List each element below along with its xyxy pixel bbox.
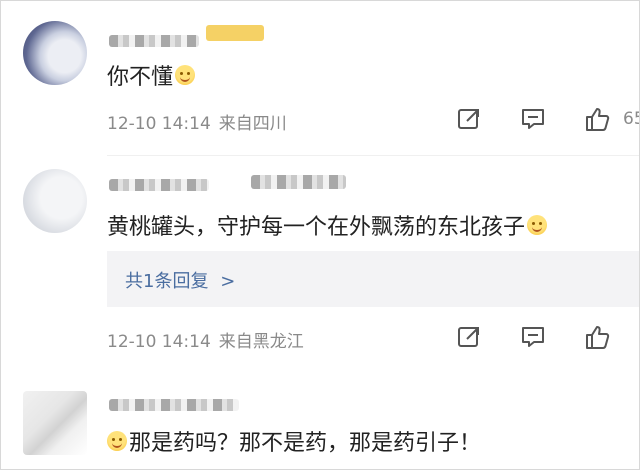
comment-text-content: 黄桃罐头，守护每一个在外飘荡的东北孩子 (107, 215, 526, 240)
comment-time: 12-10 14:14 (107, 114, 211, 134)
chevron-right-icon: > (220, 271, 236, 292)
comment-text: 那是药吗？那不是药，那是药引子！ (107, 425, 481, 457)
comment-icon[interactable] (519, 105, 547, 133)
grin-emoji-icon (107, 431, 127, 451)
share-icon[interactable] (455, 105, 483, 133)
share-icon[interactable] (455, 323, 483, 351)
username-blurred[interactable] (109, 35, 199, 47)
smile-emoji-icon (175, 65, 196, 85)
avatar[interactable] (23, 169, 87, 233)
username-blurred-extra (251, 175, 346, 189)
kiss-emoji-icon (527, 215, 548, 235)
avatar[interactable] (23, 21, 87, 85)
comment-time: 12-10 14:14 (107, 332, 211, 352)
comment-list: 你不懂 12-10 14:14来自四川 65 黄桃罐头，守护每 (0, 0, 640, 470)
comment-icon[interactable] (519, 323, 547, 351)
comment-meta: 12-10 14:14 来自黑龙江 (107, 327, 312, 352)
username-blurred[interactable] (109, 399, 239, 411)
replies-label: 共1条回复 > (125, 271, 236, 292)
comment-text: 黄桃罐头，守护每一个在外飘荡的东北孩子 (107, 209, 548, 241)
comment-text-content: 你不懂 (107, 65, 174, 90)
thumbs-up-icon[interactable] (583, 323, 611, 351)
comment-meta: 12-10 14:14 来自四川 (107, 109, 295, 134)
divider (107, 155, 639, 156)
like-count: 65 (623, 109, 639, 129)
comment-location: 来自黑龙江 (218, 332, 304, 352)
username-blurred[interactable] (109, 179, 209, 191)
comment-text-content: 那是药吗？那不是药，那是药引子！ (129, 431, 482, 456)
replies-link[interactable]: 共1条回复 > (107, 251, 639, 307)
comment-location: 来自四川 (218, 114, 287, 134)
thumbs-up-icon[interactable] (583, 105, 611, 133)
avatar[interactable] (23, 391, 87, 455)
comment-text: 你不懂 (107, 59, 196, 91)
username-badge-blurred (206, 25, 264, 41)
